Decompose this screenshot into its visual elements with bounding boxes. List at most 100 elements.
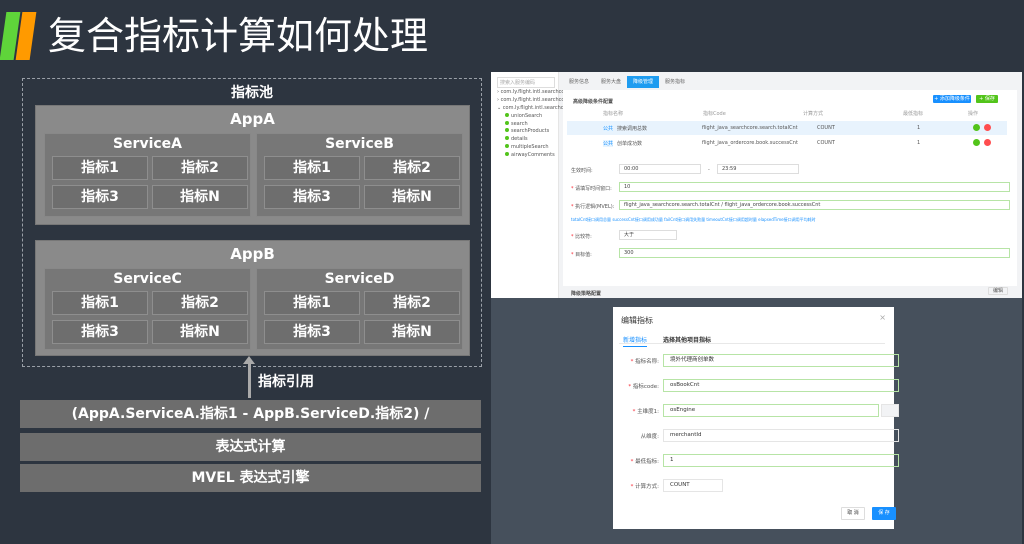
metric-cell: 指标1 bbox=[52, 156, 148, 180]
time-start-input[interactable]: 00:00 bbox=[619, 164, 701, 174]
method-item[interactable]: details bbox=[505, 136, 528, 142]
metric-cell: 指标3 bbox=[52, 320, 148, 344]
target-input[interactable]: 300 bbox=[619, 248, 1010, 258]
save-label: 保存 bbox=[984, 96, 995, 102]
field-label: * 最低指标: bbox=[613, 457, 659, 465]
tab-0[interactable]: 服务信息 bbox=[563, 76, 595, 88]
field-label-text: 指标名称: bbox=[635, 359, 659, 365]
status-dot-icon bbox=[505, 113, 509, 117]
field-input[interactable]: COUNT bbox=[663, 479, 723, 492]
field-label: 从维度: bbox=[613, 432, 659, 440]
calc-method: COUNT bbox=[817, 140, 835, 146]
method-item[interactable]: unionSearch bbox=[505, 113, 542, 119]
compare-select[interactable]: 大于 bbox=[619, 230, 677, 240]
column-header: 指标Code bbox=[703, 111, 726, 117]
edit-icon[interactable] bbox=[973, 124, 980, 131]
metric-cell: 指标2 bbox=[364, 156, 460, 180]
field-label-text: 计算方式: bbox=[635, 484, 659, 490]
metric-cell: 指标N bbox=[364, 185, 460, 209]
cancel-button[interactable]: 取 消 bbox=[841, 507, 865, 520]
metric-cell: 指标1 bbox=[264, 156, 360, 180]
status-dot-icon bbox=[505, 128, 509, 133]
slide-title: 复合指标计算如何处理 bbox=[48, 14, 429, 58]
field-label-text: 最低指标: bbox=[635, 459, 659, 465]
status-dot-icon bbox=[505, 136, 509, 141]
edit-button[interactable]: 编辑 bbox=[988, 287, 1008, 295]
metric-cell: 指标N bbox=[364, 320, 460, 344]
field-input[interactable]: osBookCnt bbox=[663, 379, 899, 392]
tab-3[interactable]: 服务指标 bbox=[659, 76, 691, 88]
field-label-text: 主维度1: bbox=[637, 409, 659, 415]
metric-name: 搜索调用总数 bbox=[617, 126, 648, 132]
metric-cell: 指标1 bbox=[52, 291, 148, 315]
field-label: * 计算方式: bbox=[613, 482, 659, 490]
metric-cell: 指标3 bbox=[264, 185, 360, 209]
window-label: 请填写时间窗口: bbox=[575, 186, 612, 192]
compare-label: 比较符: bbox=[575, 234, 592, 240]
method-label: airwayComments bbox=[511, 151, 555, 158]
close-icon[interactable]: × bbox=[879, 313, 886, 322]
logic-label: 执行逻辑(MVEL): bbox=[575, 204, 615, 210]
service-search-input[interactable]: 搜索入服务编码 bbox=[497, 77, 555, 88]
time-separator: - bbox=[708, 167, 710, 173]
add-condition-button[interactable]: + 添加降级条件 bbox=[933, 95, 971, 103]
method-item[interactable]: multipleSearch bbox=[505, 143, 549, 150]
tag-badge: 公共 bbox=[603, 125, 614, 132]
field-input[interactable]: 1 bbox=[663, 454, 899, 467]
edit-icon[interactable] bbox=[973, 139, 980, 146]
metric-code: flight_java_searchcore.search.totalCnt bbox=[702, 125, 798, 131]
tree-node-label: com.ly.flight.intl.searchcor bbox=[502, 105, 569, 111]
logic-input[interactable]: flight_java_searchcore.search.totalCnt /… bbox=[619, 200, 1010, 210]
method-label: details bbox=[511, 136, 528, 143]
window-input[interactable]: 10 bbox=[619, 182, 1010, 192]
add-dimension-button[interactable] bbox=[881, 404, 899, 417]
tree-node[interactable]: › com.ly.flight.intl.searchcor bbox=[497, 97, 567, 103]
column-header: 最低指标 bbox=[903, 111, 924, 117]
min-value: 1 bbox=[917, 140, 921, 146]
column-header: 指标名称 bbox=[603, 111, 624, 117]
tree-node[interactable]: › com.ly.flight.intl.searchcor bbox=[497, 89, 567, 95]
tab-1[interactable]: 服务大盘 bbox=[595, 76, 627, 88]
metric-cell: 指标3 bbox=[264, 320, 360, 344]
save-button[interactable]: + 保存 bbox=[976, 95, 998, 103]
expression-bar: (AppA.ServiceA.指标1 - AppB.ServiceD.指标2) … bbox=[20, 400, 481, 450]
tree-node-label: com.ly.flight.intl.searchcor bbox=[500, 89, 567, 95]
ok-button[interactable]: 保 存 bbox=[872, 507, 896, 520]
calc-method: COUNT bbox=[817, 125, 835, 131]
service-label: ServiceC bbox=[113, 271, 182, 287]
service-box: ServiceC 指标1 指标2 指标3 指标N bbox=[44, 268, 251, 350]
tab-2[interactable]: 降级管理 bbox=[627, 76, 660, 88]
tab-other-project-metric[interactable]: 选择其他项目指标 bbox=[663, 335, 711, 344]
field-input[interactable]: 境外代理商创单数 bbox=[663, 354, 899, 367]
field-input[interactable]: osEngine bbox=[663, 404, 879, 417]
delete-icon[interactable] bbox=[984, 139, 991, 146]
tree-node[interactable]: ⌄ com.ly.flight.intl.searchcor bbox=[497, 105, 569, 111]
tree-node-label: com.ly.flight.intl.searchcor bbox=[500, 97, 567, 103]
effective-time-label: 生效时间: bbox=[571, 168, 593, 174]
method-item[interactable]: search bbox=[505, 120, 528, 127]
edit-metric-dialog: 编辑指标 × 新增指标 选择其他项目指标 * 指标名称: 境外代理商创单数 * 指标… bbox=[613, 307, 899, 529]
field-label: * 主维度1: bbox=[613, 407, 659, 415]
delete-icon[interactable] bbox=[984, 124, 991, 131]
metric-cell: 指标3 bbox=[52, 185, 148, 209]
status-dot-icon bbox=[505, 151, 509, 156]
method-label: searchProducts bbox=[511, 128, 550, 135]
app-box: AppA ServiceA 指标1 指标2 指标3 指标N ServiceB 指标1 指标2 指标… bbox=[35, 105, 470, 225]
app-label: AppA bbox=[230, 110, 275, 128]
method-label: search bbox=[511, 120, 528, 127]
time-end-input[interactable]: 23:59 bbox=[717, 164, 799, 174]
field-label-text: 从维度: bbox=[640, 434, 659, 440]
field-input[interactable]: merchantId bbox=[663, 429, 899, 442]
mvel-engine-layer: MVEL 表达式引擎 bbox=[20, 464, 481, 492]
metric-cell: 指标N bbox=[152, 185, 248, 209]
app-box: AppB ServiceC 指标1 指标2 指标3 指标N ServiceD 指标1 指标2 指标… bbox=[35, 240, 470, 356]
method-item[interactable]: searchProducts bbox=[505, 128, 549, 134]
metric-cell: 指标2 bbox=[364, 291, 460, 315]
tab-bar: 服务信息 服务大盘 降级管理 服务指标 bbox=[563, 76, 691, 88]
column-header: 计算方式 bbox=[803, 111, 824, 117]
method-item[interactable]: airwayComments bbox=[505, 151, 555, 158]
tab-new-metric[interactable]: 新增指标 bbox=[623, 335, 648, 347]
field-label: * 指标名称: bbox=[613, 357, 659, 365]
service-box: ServiceD 指标1 指标2 指标3 指标N bbox=[256, 268, 463, 350]
hint-text: totalCnt接口调用总量 successCnt接口调用成功量 failCnt… bbox=[571, 217, 816, 222]
